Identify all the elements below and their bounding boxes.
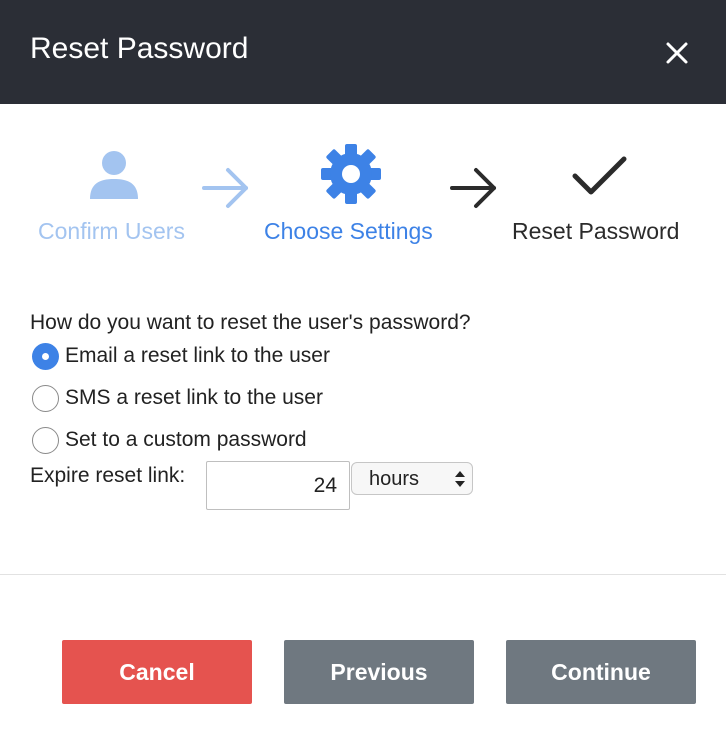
step-label-confirm-users: Confirm Users [38,218,185,244]
dialog-header: Reset Password [0,0,726,104]
radio-label: Email a reset link to the user [65,344,330,367]
continue-button[interactable]: Continue [506,640,696,704]
previous-button[interactable]: Previous [284,640,474,704]
radio-label: Set to a custom password [65,428,307,451]
expire-unit-select[interactable]: hours [351,462,473,495]
arrow-right-icon [450,168,496,208]
close-icon [666,42,688,64]
radio-label: SMS a reset link to the user [65,386,323,409]
select-arrows-icon [455,471,465,487]
radio-button[interactable] [32,427,59,454]
expire-link-label: Expire reset link: [30,464,186,487]
cancel-button[interactable]: Cancel [62,640,252,704]
gear-icon [321,144,381,204]
step-label-reset-password: Reset Password [512,218,680,244]
expire-unit-value: hours [369,468,420,490]
radio-button[interactable] [32,385,59,412]
reset-method-question: How do you want to reset the user's pass… [30,311,471,334]
close-button[interactable] [662,38,692,68]
arrow-right-icon [202,168,248,208]
step-label-choose-settings: Choose Settings [264,218,433,244]
check-icon [572,156,627,195]
reset-password-dialog: Reset Password Confirm Users Choose Sett… [0,0,726,736]
expire-value-input[interactable] [206,461,350,510]
user-icon [90,151,138,199]
dialog-title: Reset Password [30,32,249,65]
footer-divider [0,574,726,575]
radio-button[interactable] [32,343,59,370]
